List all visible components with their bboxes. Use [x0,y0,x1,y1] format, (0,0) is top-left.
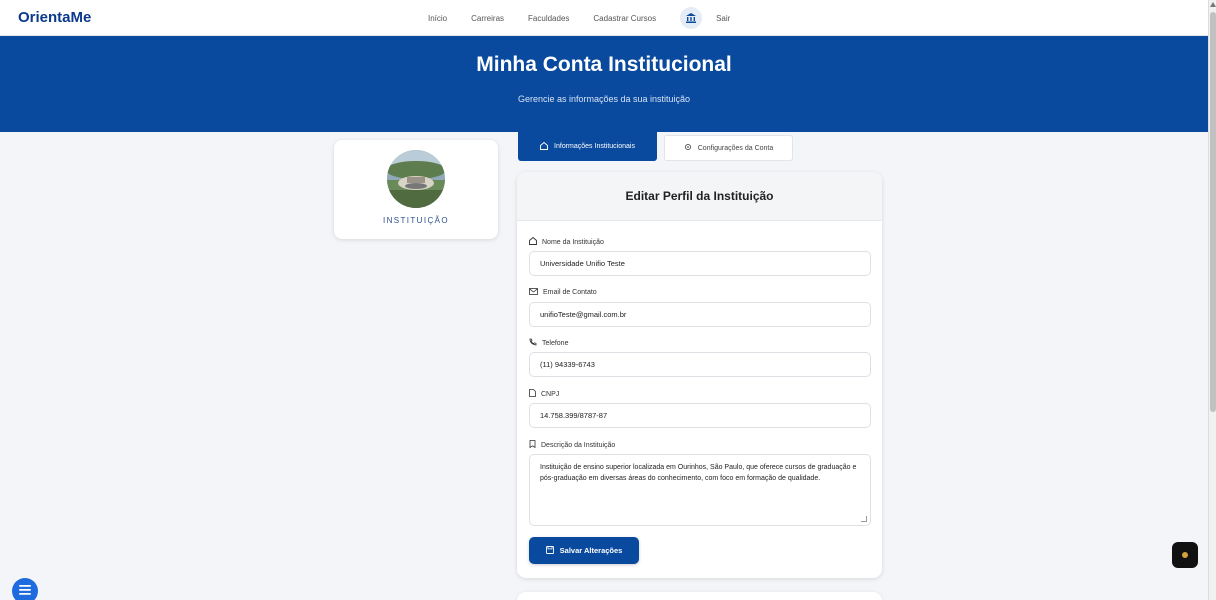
floating-menu-button[interactable] [12,578,38,600]
brand-logo[interactable]: OrientaMe [18,9,91,26]
institution-avatar [387,150,445,208]
email-label-text: Email de Contato [543,289,597,296]
tab-account-settings[interactable]: Configurações da Conta [664,135,793,161]
page-subtitle: Gerencie as informações da sua instituiç… [517,94,691,104]
institution-name-input[interactable]: Universidade Unifio Teste [529,251,871,276]
save-button-label: Salvar Alterações [559,546,623,555]
hero-banner: Minha Conta Institucional Gerencie as in… [0,36,1208,132]
name-label: Nome da Instituição [529,236,604,247]
dot-icon [1181,546,1189,564]
phone-icon [529,338,537,348]
tab-label: Configurações da Conta [697,144,774,152]
nav-link-inicio[interactable]: Início [428,14,447,23]
form-title: Editar Perfil da Instituição [517,172,882,221]
email-label: Email de Contato [529,288,597,297]
name-label-text: Nome da Instituição [542,238,604,246]
cnpj-label: CNPJ [529,389,559,399]
phone-label-text: Telefone [542,339,569,347]
nav-link-sair[interactable]: Sair [716,14,730,23]
gear-icon [684,143,692,153]
bookmark-icon [529,440,536,450]
description-text: Instituição de ensino superior localizad… [540,464,857,482]
nav-link-cadastrar-cursos[interactable]: Cadastrar Cursos [593,14,656,23]
cnpj-label-text: CNPJ [541,390,560,398]
page-title: Minha Conta Institucional [476,53,732,76]
nav-link-carreiras[interactable]: Carreiras [471,14,504,23]
scroll-thumb[interactable] [1210,12,1216,412]
scroll-up-icon[interactable] [1210,2,1216,7]
phone-field[interactable]: (11) 94339-6743 [529,352,871,377]
profile-label: INSTITUIÇÃO [382,216,450,225]
profile-card: INSTITUIÇÃO [334,140,498,239]
document-icon [529,389,536,399]
vertical-scrollbar[interactable] [1208,0,1216,600]
next-section-card [517,592,882,600]
email-field[interactable]: unifioTeste@gmail.com.br [529,302,871,327]
description-label-text: Descrição da Instituição [541,441,616,449]
home-icon [540,141,548,152]
resize-handle-icon[interactable] [861,516,867,522]
nav-links: Início Carreiras Faculdades Cadastrar Cu… [428,0,754,36]
save-button[interactable]: Salvar Alterações [529,537,639,564]
description-textarea[interactable]: Instituição de ensino superior localizad… [529,454,871,526]
tab-label: Informações Institucionais [554,143,635,150]
home-icon [529,236,537,247]
institution-icon[interactable] [680,7,703,29]
phone-label: Telefone [529,338,568,348]
list-icon [19,582,31,600]
description-label: Descrição da Instituição [529,440,615,450]
mail-icon [529,288,538,297]
edit-profile-card: Editar Perfil da Instituição Nome da Ins… [517,172,882,578]
floating-action-button[interactable] [1172,542,1198,568]
nav-link-faculdades[interactable]: Faculdades [528,14,569,23]
save-icon [545,545,554,556]
top-navbar: OrientaMe Início Carreiras Faculdades Ca… [0,0,1208,36]
cnpj-field[interactable]: 14.758.399/8787-87 [529,403,871,428]
tab-institutional-info[interactable]: Informações Institucionais [518,132,657,161]
